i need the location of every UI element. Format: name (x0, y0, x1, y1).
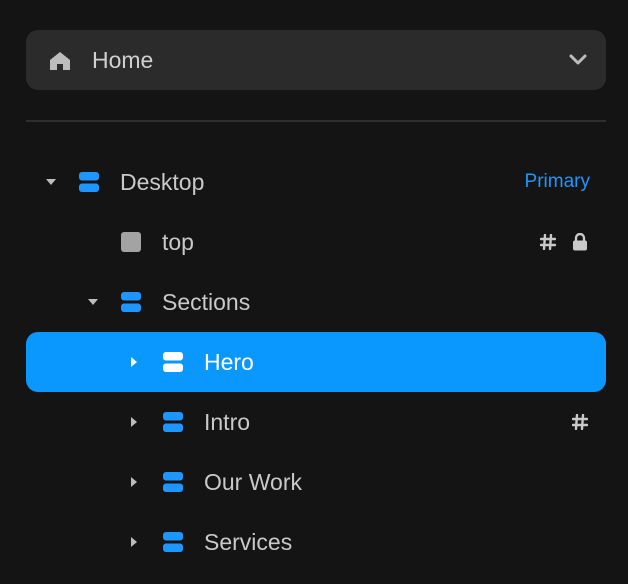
tree-item-label: Our Work (204, 469, 302, 495)
home-icon (50, 52, 70, 70)
caret-down-icon[interactable] (46, 179, 56, 185)
square-icon (121, 232, 141, 252)
divider (26, 120, 606, 122)
hash-icon (572, 414, 588, 430)
stack-icon (163, 472, 183, 492)
tree-item-label: top (162, 229, 194, 255)
stack-icon (163, 412, 183, 432)
tree-item-sections[interactable]: Sections (26, 272, 606, 332)
caret-right-icon[interactable] (131, 477, 137, 487)
tree-item-hero[interactable]: Hero (26, 332, 606, 392)
page-selector-label: Home (92, 47, 154, 73)
hash-icon (540, 234, 556, 250)
tree-item-label: Sections (162, 289, 251, 315)
tree-item-top[interactable]: top (26, 212, 606, 272)
tree-item-desktop[interactable]: Desktop Primary (26, 152, 606, 212)
caret-down-icon[interactable] (88, 299, 98, 305)
tree-item-intro[interactable]: Intro (26, 392, 606, 452)
chevron-down-icon[interactable] (569, 54, 587, 66)
tree-item-label: Desktop (120, 169, 205, 195)
tree-item-label: Intro (204, 409, 251, 435)
tree-item-label: Services (204, 529, 293, 555)
tree-item-services[interactable]: Services (26, 512, 606, 572)
caret-right-icon[interactable] (131, 417, 137, 427)
page-selector[interactable]: Home (26, 30, 606, 90)
caret-right-icon[interactable] (131, 357, 137, 367)
tree-item-our-work[interactable]: Our Work (26, 452, 606, 512)
primary-badge: Primary (524, 171, 590, 192)
stack-icon (121, 292, 141, 312)
tree-item-label: Hero (204, 349, 254, 375)
caret-right-icon[interactable] (131, 537, 137, 547)
stack-icon (163, 352, 183, 372)
stack-icon (79, 172, 99, 192)
lock-icon (573, 233, 587, 251)
stack-icon (163, 532, 183, 552)
